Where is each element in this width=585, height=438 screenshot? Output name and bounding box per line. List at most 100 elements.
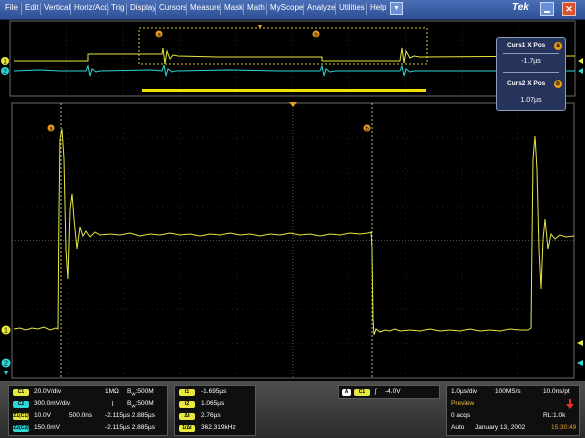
ch1-scale[interactable]: 20.0V/div [34, 388, 61, 395]
menu-edit[interactable]: Edit [25, 3, 39, 12]
menu-horiz-acq[interactable]: Horiz/Acq [74, 3, 109, 12]
acquisition-count: 0 acqs [451, 412, 471, 419]
z2-badge[interactable]: Z2(C2) [13, 425, 29, 432]
close-button[interactable]: ✕ [562, 2, 576, 16]
menu-separator [70, 3, 71, 15]
curs2-value: 1.07µs [520, 97, 542, 104]
t1-badge: t1 [179, 389, 195, 396]
curs2-badge: b [554, 80, 562, 88]
trigger-position-marker[interactable] [258, 25, 262, 29]
main-graticule: a b 1 2 [1, 102, 583, 379]
zoom-span-bar [142, 89, 426, 92]
menu-measure[interactable]: Measure [190, 3, 221, 12]
menu-separator [186, 3, 187, 15]
main-ch2-marker[interactable]: 2 [1, 358, 11, 368]
trigger-mode-badge: A [342, 389, 351, 396]
trigger-mode[interactable]: Auto [451, 424, 464, 431]
menu-analyze[interactable]: Analyze [307, 3, 335, 12]
time: 15:30:49 [551, 424, 577, 431]
overview-cursor-a[interactable]: a [155, 30, 163, 39]
tek-logo: Tek [512, 2, 529, 13]
ch1-badge[interactable]: C1 [13, 389, 29, 396]
overview-ch2-marker[interactable]: 2 [1, 67, 9, 76]
minimize-button[interactable] [540, 2, 554, 16]
t2-badge: t2 [179, 401, 195, 408]
z2-scale[interactable]: 150.0mV [34, 424, 60, 431]
ch2-scale[interactable]: 300.0mV/div [34, 400, 70, 407]
menu-display[interactable]: Display [130, 3, 156, 12]
z1-badge[interactable]: Z1(C1) [13, 413, 29, 420]
channel-settings-panel[interactable]: C1 20.0V/div 1MΩ BW:500M C2 300.0mV/div … [8, 385, 168, 436]
z1-position: 500.0ns [69, 412, 93, 419]
overview-offscreen-arrow [578, 58, 583, 64]
record-length[interactable]: RL:1.0k [543, 412, 565, 419]
ch2-coupling-icon: ⌇ [111, 401, 115, 408]
t1-value: -1.695µs [201, 388, 227, 395]
dt-value: 2.76µs [201, 412, 221, 419]
z2-range: -2.115µs 2.885µs [105, 424, 156, 431]
menu-separator [303, 3, 304, 15]
status-bar: C1 20.0V/div 1MΩ BW:500M C2 300.0mV/div … [0, 381, 585, 438]
menu-help[interactable]: Help [370, 3, 386, 12]
dt-badge: Δt [179, 413, 195, 420]
menu-mask[interactable]: Mask [224, 3, 243, 12]
menu-utilities[interactable]: Utilities [339, 3, 365, 12]
svg-text:1: 1 [4, 328, 8, 335]
ch2-offscreen-right-arrow [577, 360, 583, 366]
readout-divider [503, 72, 559, 73]
ch1-overview-trace [14, 47, 576, 65]
ch2-badge[interactable]: C2 [13, 401, 29, 408]
menu-vertical[interactable]: Vertical [44, 3, 70, 12]
menu-trig[interactable]: Trig [111, 3, 124, 12]
cursor-readout-panel[interactable]: Curs1 X Pos a -1.7µs Curs2 X Pos b 1.07µ… [496, 37, 566, 111]
ch1-bandwidth: BW:500M [127, 388, 154, 397]
menu-cursors[interactable]: Cursors [159, 3, 187, 12]
menu-dropdown-button[interactable]: ▼ [390, 2, 403, 15]
trigger-source-badge[interactable]: C1 [354, 389, 370, 396]
t2-value: 1.065µs [201, 400, 225, 407]
cursor-b-marker[interactable]: b [363, 124, 371, 133]
ch2-overview-trace [13, 64, 575, 77]
menu-separator [335, 3, 336, 15]
date: January 13, 2002 [475, 424, 526, 431]
trigger-panel[interactable]: A C1 ʃ -4.0V [338, 385, 440, 399]
menu-file[interactable]: File [5, 3, 18, 12]
trigger-slope-icon[interactable]: ʃ [375, 388, 376, 395]
sample-rate[interactable]: 100MS/s [495, 388, 521, 395]
freq-value: 362.319kHz [201, 424, 236, 431]
ch1-zoomed-trace [13, 128, 575, 336]
ch2-bandwidth: BW:500M [127, 400, 154, 409]
menu-separator [220, 3, 221, 15]
overview-cursor-b[interactable]: b [312, 30, 320, 39]
z1-range: -2.115µs 2.885µs [105, 412, 156, 419]
acquisition-state: Preview [451, 400, 475, 407]
ch2-offscreen-arrow [4, 371, 8, 375]
time-resolution: 10.0ns/pt [543, 388, 570, 395]
main-ch1-marker[interactable]: 1 [1, 325, 11, 335]
timebase-scale[interactable]: 1.0µs/div [451, 388, 477, 395]
curs2-label: Curs2 X Pos [507, 80, 546, 87]
run-stop-arrow-icon [566, 399, 574, 409]
menu-bar: File Edit Vertical Horiz/Acq Trig Displa… [0, 0, 585, 20]
menu-math[interactable]: Math [247, 3, 265, 12]
ch1-offscreen-right-arrow [577, 340, 583, 346]
waveform-display[interactable]: a b 1 2 [0, 99, 585, 380]
readout-divider [503, 53, 559, 54]
z1-scale[interactable]: 10.0V [34, 412, 51, 419]
cursor-measurement-panel[interactable]: t1 -1.695µs t2 1.065µs Δt 2.76µs 1/Δt 36… [174, 385, 256, 436]
freq-badge: 1/Δt [179, 425, 195, 432]
menu-separator [126, 3, 127, 15]
svg-text:2: 2 [4, 361, 8, 368]
overview-ch1-marker[interactable]: 1 [1, 57, 9, 66]
svg-text:1: 1 [3, 59, 7, 66]
trigger-level[interactable]: -4.0V [385, 388, 401, 395]
acquisition-panel[interactable]: 1.0µs/div 100MS/s 10.0ns/pt Preview 0 ac… [446, 385, 580, 436]
menu-myscope[interactable]: MyScope [270, 3, 303, 12]
menu-separator [366, 3, 367, 15]
menu-separator [155, 3, 156, 15]
main-trigger-marker[interactable] [289, 102, 297, 107]
curs1-label: Curs1 X Pos [507, 42, 546, 49]
curs1-badge: a [554, 42, 562, 50]
cursor-a-marker[interactable]: a [47, 124, 55, 133]
ch1-impedance: 1MΩ [105, 388, 119, 395]
